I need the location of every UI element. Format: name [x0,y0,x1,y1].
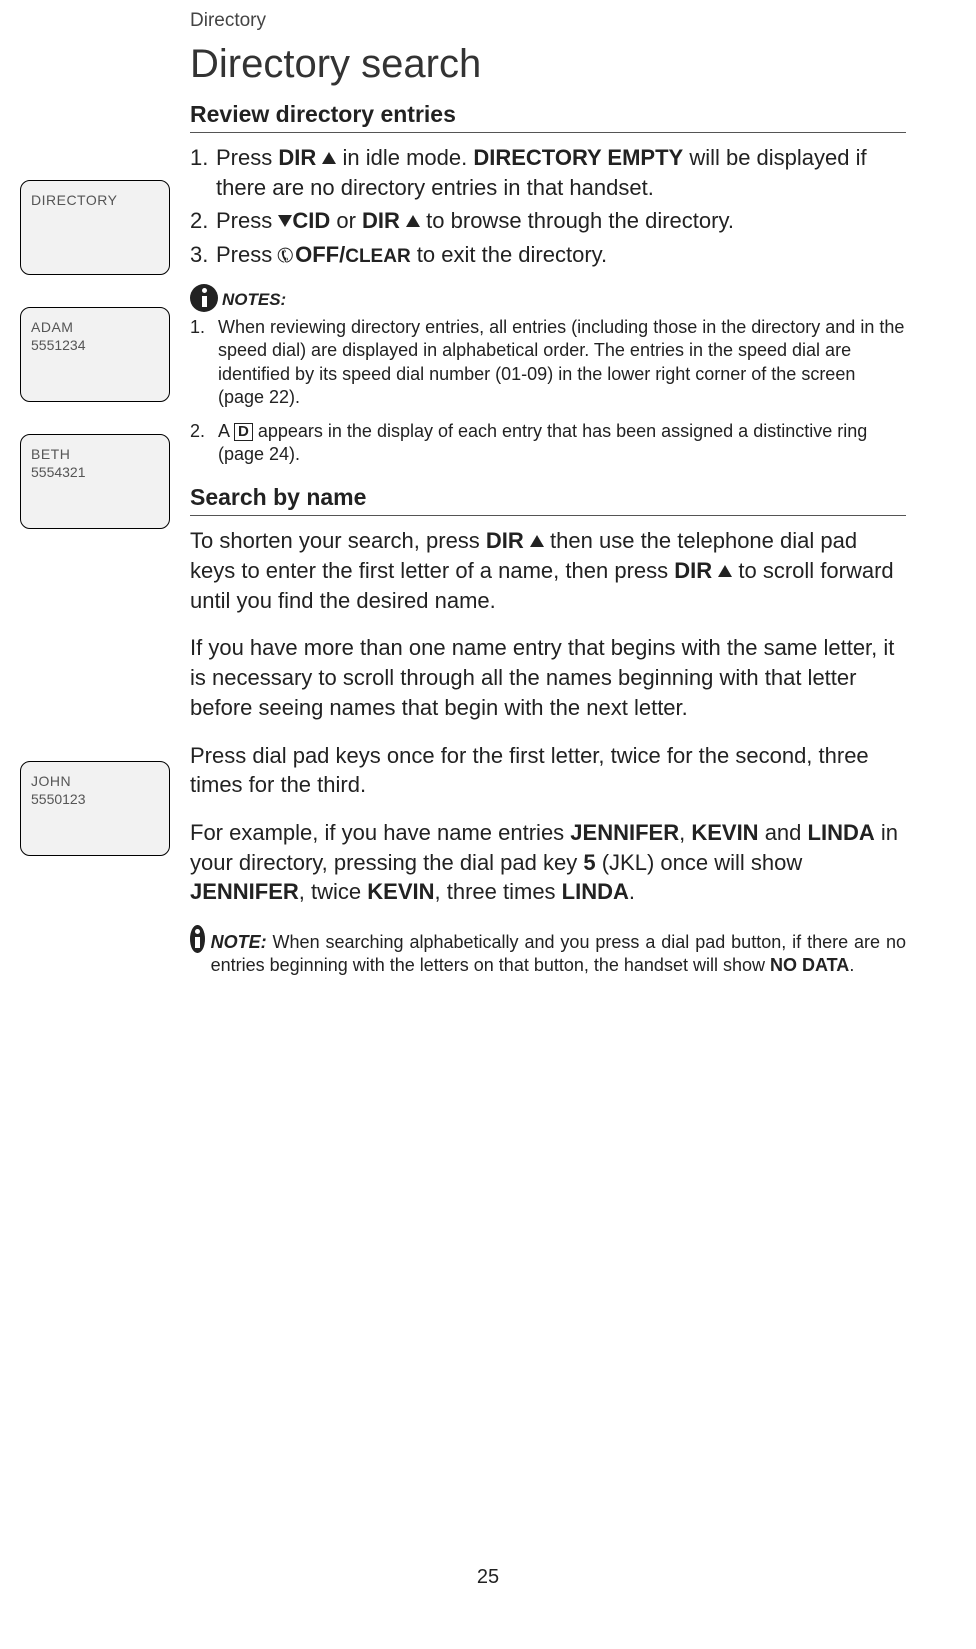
notes-list: When reviewing directory entries, all en… [190,316,906,466]
status-label: DIRECTORY EMPTY [473,145,683,170]
breadcrumb: Directory [190,10,906,32]
section-heading: Search by name [190,484,906,516]
step-item: Press ✆OFF/CLEAR to exit the directory. [190,240,906,270]
note-lead: NOTE: [211,932,267,952]
lcd-title: BETH [31,445,159,463]
text: , three times [435,879,562,904]
text: . [629,879,635,904]
notes-title: NOTES: [222,290,286,312]
key-label: DIR [278,145,316,170]
sidebar-screens: DIRECTORY ADAM 5551234 BETH 5554321 JOHN… [0,0,190,978]
lcd-screen: BETH 5554321 [20,434,170,529]
key-label: CLEAR [345,246,410,267]
arrow-up-icon [530,535,544,547]
notes-block: NOTES: When reviewing directory entries,… [190,284,906,466]
status-label: NO DATA [770,955,849,975]
text: Press [216,242,278,267]
step-item: Press DIR in idle mode. DIRECTORY EMPTY … [190,143,906,202]
text: For example, if you have name entries [190,820,570,845]
paragraph: To shorten your search, press DIR then u… [190,526,906,615]
text: A [218,421,234,441]
key-label: DIR [362,208,400,233]
d-indicator-icon: D [234,423,253,442]
example-name: LINDA [808,820,875,845]
page-number: 25 [477,1566,499,1589]
text: or [330,208,362,233]
key-label: OFF/ [295,242,345,267]
page-title: Directory search [190,42,906,87]
paragraph: If you have more than one name entry tha… [190,633,906,722]
lcd-number: 5551234 [31,336,159,354]
section-heading: Review directory entries [190,101,906,133]
arrow-up-icon [406,215,420,227]
paragraph: Press dial pad keys once for the first l… [190,741,906,800]
paragraph: For example, if you have name entries JE… [190,818,906,907]
text: to browse through the directory. [420,208,734,233]
lcd-number: 5550123 [31,790,159,808]
arrow-up-icon [322,152,336,164]
text: in idle mode. [336,145,473,170]
lcd-title: DIRECTORY [31,191,159,209]
text: Press [216,208,278,233]
info-icon [190,925,205,953]
example-name: KEVIN [691,820,758,845]
key-label: DIR [486,528,524,553]
text: To shorten your search, press [190,528,486,553]
key-label: CID [292,208,330,233]
lcd-screen: DIRECTORY [20,180,170,275]
info-icon [190,284,218,312]
text: , twice [299,879,367,904]
page-container: DIRECTORY ADAM 5551234 BETH 5554321 JOHN… [0,0,976,978]
note-block: NOTE: When searching alphabetically and … [190,925,906,978]
arrow-down-icon [278,215,292,227]
note-item: When reviewing directory entries, all en… [190,316,906,410]
note-item: A D appears in the display of each entry… [190,420,906,467]
lcd-gap [20,561,170,761]
notes-heading: NOTES: [190,284,906,312]
lcd-title: ADAM [31,318,159,336]
steps-list: Press DIR in idle mode. DIRECTORY EMPTY … [190,143,906,270]
lcd-title: JOHN [31,772,159,790]
arrow-up-icon [718,565,732,577]
text: (JKL) once will show [596,850,803,875]
main-content: Directory Directory search Review direct… [190,0,976,978]
text: to exit the directory. [411,242,607,267]
text: Press [216,145,278,170]
text: , [679,820,691,845]
text: appears in the display of each entry tha… [218,421,867,464]
example-name: JENNIFER [570,820,679,845]
example-name: JENNIFER [190,879,299,904]
text: . [849,955,854,975]
note-text: NOTE: When searching alphabetically and … [211,925,906,978]
key-number: 5 [583,850,595,875]
lcd-number: 5554321 [31,463,159,481]
lcd-screen: ADAM 5551234 [20,307,170,402]
example-name: LINDA [562,879,629,904]
example-name: KEVIN [367,879,434,904]
step-item: Press CID or DIR to browse through the d… [190,206,906,236]
text: and [759,820,808,845]
lcd-screen: JOHN 5550123 [20,761,170,856]
key-label: DIR [674,558,712,583]
